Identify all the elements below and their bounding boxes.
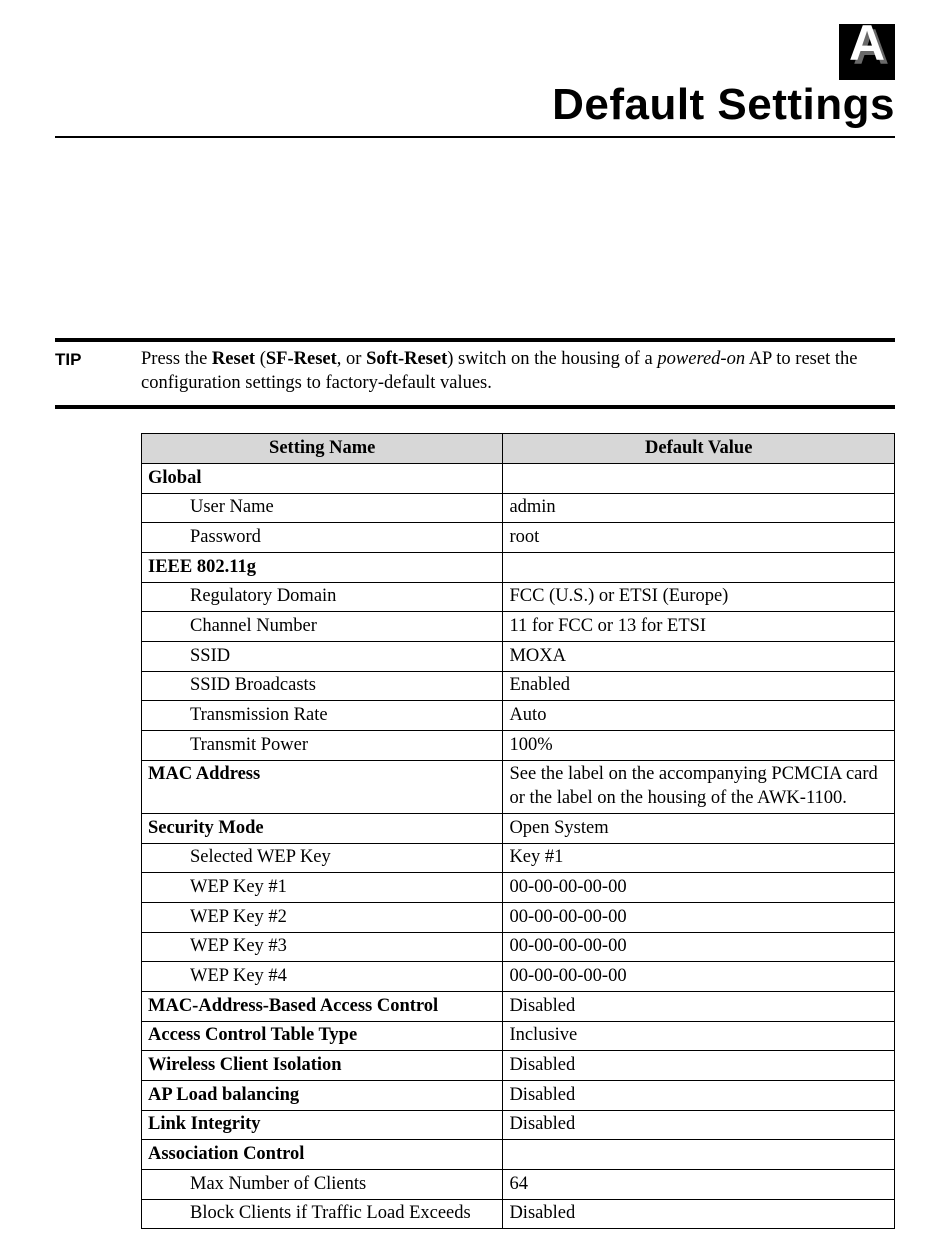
appendix-letter: A (849, 14, 885, 72)
table-row: Channel Number11 for FCC or 13 for ETSI (142, 612, 895, 642)
setting-name-cell: MAC Address (142, 760, 503, 813)
setting-name-cell: Transmission Rate (142, 701, 503, 731)
table-row: Wireless Client IsolationDisabled (142, 1051, 895, 1081)
setting-name-cell: SSID Broadcasts (142, 671, 503, 701)
tip-italic-powered: powered-on (657, 349, 745, 369)
setting-name-cell: Wireless Client Isolation (142, 1051, 503, 1081)
setting-name-cell: WEP Key #2 (142, 903, 503, 933)
tip-fragment: , or (337, 349, 366, 369)
table-row: WEP Key #300-00-00-00-00 (142, 932, 895, 962)
table-row: Association Control (142, 1140, 895, 1170)
settings-table-wrap: Setting Name Default Value GlobalUser Na… (141, 433, 895, 1229)
setting-name-cell: Association Control (142, 1140, 503, 1170)
table-row: User Nameadmin (142, 493, 895, 523)
setting-name-cell: Max Number of Clients (142, 1170, 503, 1200)
page: A A Default Settings TIP Press the Reset… (0, 0, 950, 1259)
table-row: IEEE 802.11g (142, 553, 895, 583)
setting-name-cell: Channel Number (142, 612, 503, 642)
setting-name-cell: WEP Key #1 (142, 873, 503, 903)
col-header-default: Default Value (503, 434, 895, 464)
default-value-cell: 100% (503, 731, 895, 761)
setting-name-cell: Link Integrity (142, 1110, 503, 1140)
default-value-cell: FCC (U.S.) or ETSI (Europe) (503, 582, 895, 612)
setting-name-cell: Selected WEP Key (142, 843, 503, 873)
default-value-cell: Disabled (503, 1110, 895, 1140)
default-value-cell: root (503, 523, 895, 553)
default-value-cell: Enabled (503, 671, 895, 701)
default-value-cell: Open System (503, 814, 895, 844)
table-row: Global (142, 464, 895, 494)
page-title: Default Settings (55, 80, 895, 136)
table-row: Passwordroot (142, 523, 895, 553)
setting-name-cell: WEP Key #4 (142, 962, 503, 992)
default-value-cell: Key #1 (503, 843, 895, 873)
default-value-cell (503, 553, 895, 583)
settings-table: Setting Name Default Value GlobalUser Na… (141, 433, 895, 1229)
tip-bold-reset: Reset (212, 349, 255, 369)
setting-name-cell: WEP Key #3 (142, 932, 503, 962)
table-row: Transmit Power100% (142, 731, 895, 761)
default-value-cell (503, 1140, 895, 1170)
setting-name-cell: AP Load balancing (142, 1081, 503, 1111)
table-row: Transmission RateAuto (142, 701, 895, 731)
default-value-cell: Disabled (503, 1081, 895, 1111)
default-value-cell: 00-00-00-00-00 (503, 903, 895, 933)
setting-name-cell: MAC-Address-Based Access Control (142, 992, 503, 1022)
table-row: Block Clients if Traffic Load ExceedsDis… (142, 1199, 895, 1229)
setting-name-cell: Transmit Power (142, 731, 503, 761)
default-value-cell: admin (503, 493, 895, 523)
default-value-cell: See the label on the accompanying PCMCIA… (503, 760, 895, 813)
tip-box: TIP Press the Reset (SF-Reset, or Soft-R… (55, 338, 895, 409)
setting-name-cell: Password (142, 523, 503, 553)
default-value-cell: 11 for FCC or 13 for ETSI (503, 612, 895, 642)
table-row: SSID BroadcastsEnabled (142, 671, 895, 701)
default-value-cell: 00-00-00-00-00 (503, 962, 895, 992)
tip-fragment: Press the (141, 349, 212, 369)
default-value-cell: 64 (503, 1170, 895, 1200)
default-value-cell: Disabled (503, 1199, 895, 1229)
default-value-cell: Auto (503, 701, 895, 731)
table-row: AP Load balancingDisabled (142, 1081, 895, 1111)
tip-bold-soft: Soft-Reset (366, 349, 447, 369)
tip-label: TIP (55, 348, 141, 395)
default-value-cell: 00-00-00-00-00 (503, 932, 895, 962)
table-row: Security ModeOpen System (142, 814, 895, 844)
table-row: SSIDMOXA (142, 642, 895, 672)
setting-name-cell: IEEE 802.11g (142, 553, 503, 583)
default-value-cell: Disabled (503, 1051, 895, 1081)
setting-name-cell: Security Mode (142, 814, 503, 844)
tip-text: Press the Reset (SF-Reset, or Soft-Reset… (141, 348, 895, 395)
tip-fragment: ) switch on the housing of a (447, 349, 657, 369)
setting-name-cell: Access Control Table Type (142, 1021, 503, 1051)
tip-bold-sf: SF-Reset (266, 349, 337, 369)
title-rule (55, 136, 895, 138)
table-row: WEP Key #400-00-00-00-00 (142, 962, 895, 992)
table-row: Regulatory DomainFCC (U.S.) or ETSI (Eur… (142, 582, 895, 612)
table-row: Selected WEP KeyKey #1 (142, 843, 895, 873)
default-value-cell: Inclusive (503, 1021, 895, 1051)
setting-name-cell: Regulatory Domain (142, 582, 503, 612)
tip-fragment: ( (255, 349, 266, 369)
table-row: Max Number of Clients64 (142, 1170, 895, 1200)
default-value-cell: MOXA (503, 642, 895, 672)
table-row: Link IntegrityDisabled (142, 1110, 895, 1140)
table-header-row: Setting Name Default Value (142, 434, 895, 464)
table-row: WEP Key #200-00-00-00-00 (142, 903, 895, 933)
table-row: MAC-Address-Based Access ControlDisabled (142, 992, 895, 1022)
setting-name-cell: Global (142, 464, 503, 494)
col-header-setting: Setting Name (142, 434, 503, 464)
table-row: Access Control Table TypeInclusive (142, 1021, 895, 1051)
setting-name-cell: Block Clients if Traffic Load Exceeds (142, 1199, 503, 1229)
default-value-cell: 00-00-00-00-00 (503, 873, 895, 903)
table-row: WEP Key #100-00-00-00-00 (142, 873, 895, 903)
setting-name-cell: User Name (142, 493, 503, 523)
table-row: MAC AddressSee the label on the accompan… (142, 760, 895, 813)
default-value-cell: Disabled (503, 992, 895, 1022)
default-value-cell (503, 464, 895, 494)
appendix-badge: A A (839, 24, 895, 80)
setting-name-cell: SSID (142, 642, 503, 672)
